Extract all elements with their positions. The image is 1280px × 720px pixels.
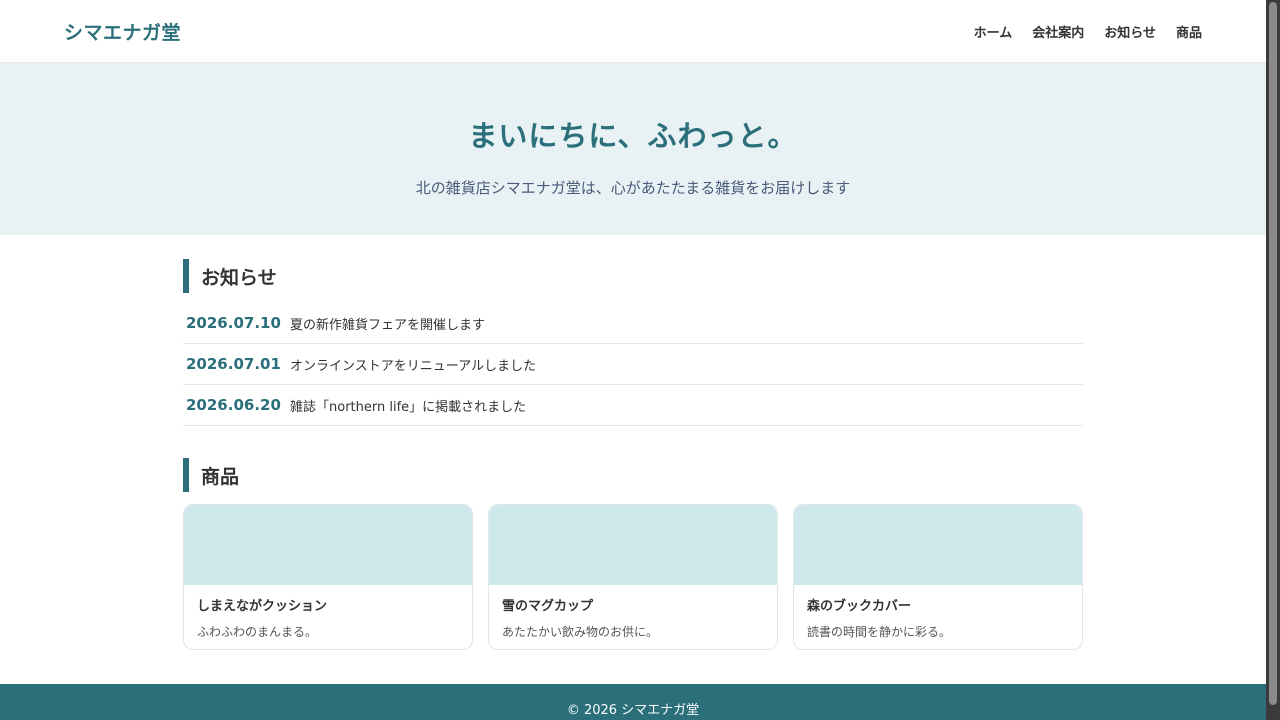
- hero-section: まいにちに、ふわっと。 北の雑貨店シマエナガ堂は、心があたたまる雑貨をお届けしま…: [0, 63, 1266, 235]
- news-date: 2026.07.10: [186, 314, 281, 332]
- nav-link-company[interactable]: 会社案内: [1032, 22, 1084, 41]
- news-date: 2026.06.20: [186, 396, 281, 414]
- product-card[interactable]: しまえながクッション ふわふわのまんまる。: [183, 504, 473, 650]
- hero-title: まいにちに、ふわっと。: [468, 119, 798, 153]
- product-name: 雪のマグカップ: [502, 599, 594, 614]
- product-description: 読書の時間を静かに彩る。: [807, 625, 952, 639]
- product-name: 森のブックカバー: [807, 599, 912, 614]
- main-nav: ホーム 会社案内 お知らせ 商品: [974, 22, 1202, 41]
- product-card[interactable]: 森のブックカバー 読書の時間を静かに彩る。: [793, 504, 1083, 650]
- product-grid: しまえながクッション ふわふわのまんまる。 雪のマグカップ あたたかい飲み物のお…: [183, 504, 1083, 650]
- site-logo[interactable]: シマエナガ堂: [64, 18, 181, 45]
- nav-link-news[interactable]: お知らせ: [1104, 22, 1156, 41]
- news-title-link[interactable]: 雑誌「northern life」に掲載されました: [290, 396, 526, 415]
- hero-subtitle: 北の雑貨店シマエナガ堂は、心があたたまる雑貨をお届けします: [415, 179, 851, 197]
- nav-link-products[interactable]: 商品: [1176, 22, 1202, 41]
- vertical-scrollbar[interactable]: [1266, 0, 1280, 720]
- product-body: 森のブックカバー 読書の時間を静かに彩る。: [794, 585, 1082, 640]
- news-heading: お知らせ: [183, 259, 1083, 293]
- product-body: しまえながクッション ふわふわのまんまる。: [184, 585, 472, 640]
- news-list: 2026.07.10 夏の新作雑貨フェアを開催します 2026.07.01 オン…: [183, 303, 1083, 426]
- news-item: 2026.06.20 雑誌「northern life」に掲載されました: [183, 385, 1083, 426]
- product-name: しまえながクッション: [197, 599, 328, 614]
- news-item: 2026.07.01 オンラインストアをリニューアルしました: [183, 344, 1083, 385]
- product-body: 雪のマグカップ あたたかい飲み物のお供に。: [489, 585, 777, 640]
- news-date: 2026.07.01: [186, 355, 281, 373]
- main-content: お知らせ 2026.07.10 夏の新作雑貨フェアを開催します 2026.07.…: [183, 235, 1083, 650]
- site-header: シマエナガ堂 ホーム 会社案内 お知らせ 商品: [0, 0, 1266, 63]
- product-image: [794, 505, 1082, 585]
- footer-copyright: © 2026 シマエナガ堂: [566, 703, 700, 718]
- product-description: あたたかい飲み物のお供に。: [502, 625, 659, 639]
- news-title-link[interactable]: オンラインストアをリニューアルしました: [290, 355, 536, 374]
- product-card[interactable]: 雪のマグカップ あたたかい飲み物のお供に。: [488, 504, 778, 650]
- product-description: ふわふわのまんまる。: [197, 625, 318, 639]
- nav-link-home[interactable]: ホーム: [974, 22, 1013, 41]
- site-footer: © 2026 シマエナガ堂: [0, 684, 1266, 720]
- product-image: [184, 505, 472, 585]
- scrollbar-thumb[interactable]: [1269, 2, 1277, 705]
- page: シマエナガ堂 ホーム 会社案内 お知らせ 商品 まいにちに、ふわっと。 北の雑貨…: [0, 0, 1266, 720]
- news-title-link[interactable]: 夏の新作雑貨フェアを開催します: [290, 314, 485, 333]
- product-image: [489, 505, 777, 585]
- news-item: 2026.07.10 夏の新作雑貨フェアを開催します: [183, 303, 1083, 344]
- products-heading: 商品: [183, 458, 1083, 492]
